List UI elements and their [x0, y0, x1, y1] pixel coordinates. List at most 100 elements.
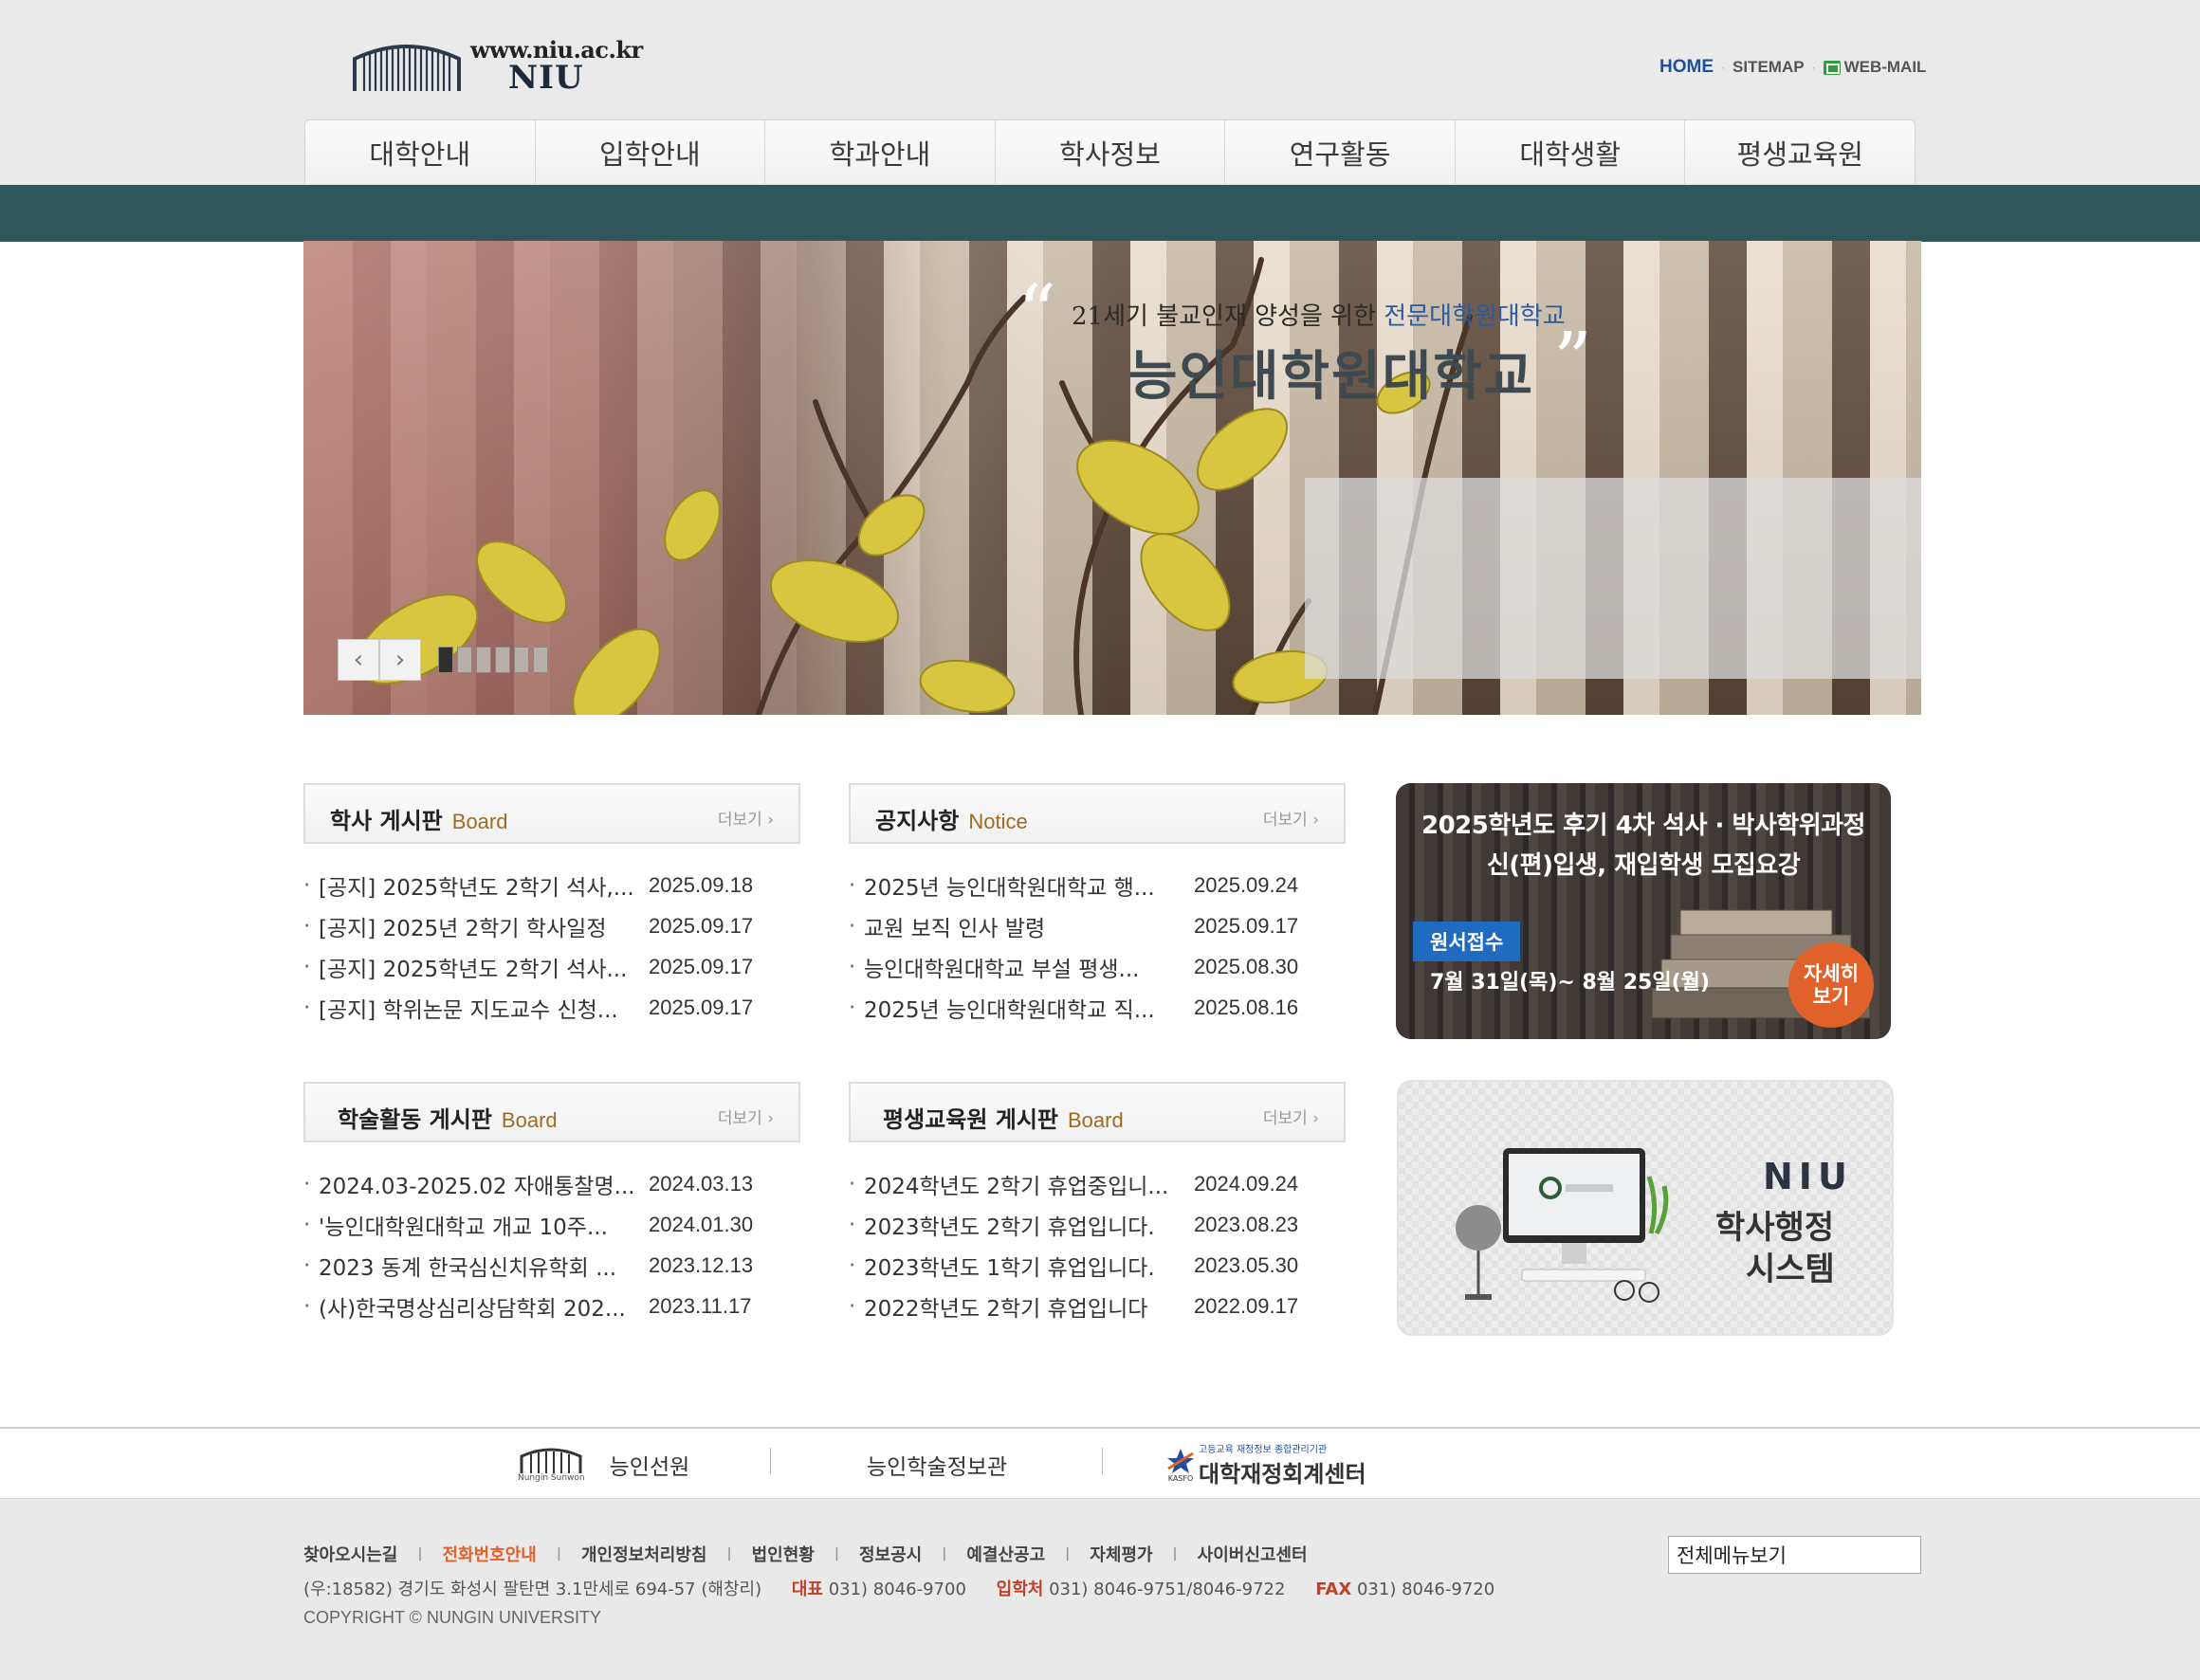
more-link[interactable]: 더보기 ›	[1263, 806, 1319, 830]
list-item: [공지] 2025학년도 2학기 석사,...2025.09.18	[303, 865, 800, 905]
post-title-link[interactable]: 2022학년도 2학기 휴업입니다	[864, 1290, 1194, 1323]
webmail-link[interactable]: WEB-MAIL	[1844, 58, 1927, 77]
list-item: [공지] 2025학년도 2학기 석사...2025.09.17	[303, 946, 800, 987]
computer-globe-image	[1456, 1148, 1669, 1303]
footer-link-privacy[interactable]: 개인정보처리방침	[581, 1542, 706, 1566]
details-button[interactable]: 자세히 보기	[1788, 942, 1874, 1028]
board-notice: 공지사항Notice 더보기 › 2025년 능인대학원대학교 행...2025…	[849, 783, 1346, 1028]
kasfo-logo: KASFO	[1166, 1448, 1195, 1483]
board-title-text: 평생교육원 게시판	[883, 1106, 1058, 1133]
slider-dot[interactable]	[495, 647, 510, 673]
footer-link-self-evaluation[interactable]: 자체평가	[1090, 1542, 1152, 1566]
slider-dot[interactable]	[533, 647, 548, 673]
post-title-link[interactable]: [공지] 2025학년도 2학기 석사...	[319, 951, 649, 983]
board-header: 학술활동 게시판 Board 더보기 ›	[303, 1082, 800, 1142]
academic-system-banner[interactable]: NIU 학사행정 시스템	[1397, 1080, 1894, 1336]
list-item: 2023학년도 1학기 휴업입니다.2023.05.30	[849, 1245, 1346, 1286]
admission-banner[interactable]: 2025학년도 후기 4차 석사 · 박사학위과정 신(편)입생, 재입학생 모…	[1396, 783, 1891, 1039]
post-title-link[interactable]: [공지] 2025년 2학기 학사일정	[319, 910, 649, 942]
footer-link-budget[interactable]: 예결산공고	[966, 1542, 1045, 1566]
post-title-link[interactable]: [공지] 2025학년도 2학기 석사,...	[319, 869, 649, 902]
board-list: 2025년 능인대학원대학교 행...2025.09.24 교원 보직 인사 발…	[849, 865, 1346, 1028]
sunwon-mark-text: Nungin Sunwon	[518, 1473, 585, 1483]
sitemap-link[interactable]: SITEMAP	[1732, 58, 1805, 77]
post-title-link[interactable]: '능인대학원대학교 개교 10주...	[319, 1209, 649, 1241]
application-tag: 원서접수	[1413, 922, 1521, 961]
list-item: [공지] 학위논문 지도교수 신청...2025.09.17	[303, 987, 800, 1028]
post-title-link[interactable]: 교원 보직 인사 발령	[864, 910, 1194, 942]
slider-prev-button[interactable]: ‹	[338, 639, 379, 681]
slider-controls: ‹ ›	[338, 639, 552, 681]
admission-tel-label: 입학처	[996, 1580, 1044, 1599]
post-title-link[interactable]: 2023학년도 2학기 휴업입니다.	[864, 1209, 1194, 1241]
board-list: [공지] 2025학년도 2학기 석사,...2025.09.18 [공지] 2…	[303, 865, 800, 1028]
board-lifelong: 평생교육원 게시판 Board 더보기 › 2024학년도 2학기 휴업중입니..…	[849, 1082, 1346, 1326]
slider-dot[interactable]	[476, 647, 491, 673]
post-date: 2025.09.24	[1194, 872, 1299, 897]
post-title-link[interactable]: 2023학년도 1학기 휴업입니다.	[864, 1250, 1194, 1282]
family-link-library[interactable]: 능인학술정보관	[867, 1429, 1007, 1501]
nav-band	[0, 185, 2200, 242]
post-title-link[interactable]: 2025년 능인대학원대학교 직...	[864, 992, 1194, 1024]
post-title-link[interactable]: 2024.03-2025.02 자애통찰명...	[319, 1168, 649, 1200]
post-date: 2023.08.23	[1194, 1212, 1299, 1236]
footer-links: 찾아오시는길 | 전화번호안내 | 개인정보처리방침 | 법인현황 | 정보공시 | 예결…	[303, 1542, 1308, 1566]
home-link[interactable]: HOME	[1659, 57, 1714, 78]
nav-item-about[interactable]: 대학안내	[305, 120, 536, 184]
post-title-link[interactable]: (사)한국명상심리상담학회 202...	[319, 1290, 649, 1323]
nav-item-lifelong-education[interactable]: 평생교육원	[1685, 120, 1915, 184]
board-title-text: 학술활동 게시판	[338, 1106, 492, 1133]
logo-gate-icon	[353, 45, 461, 91]
footer-link-disclosure[interactable]: 정보공시	[859, 1542, 922, 1566]
footer-link-directions[interactable]: 찾아오시는길	[303, 1542, 397, 1566]
board-academic: 학사 게시판 Board 더보기 › [공지] 2025학년도 2학기 석사,..…	[303, 783, 800, 1028]
board-header: 공지사항 Notice 더보기 ›	[849, 783, 1346, 844]
board-title-text: 공지사항	[875, 808, 960, 834]
nav-item-admission[interactable]: 입학안내	[535, 120, 766, 184]
more-link[interactable]: 더보기 ›	[718, 806, 774, 830]
family-link-kasfo[interactable]: KASFO 고등교육 재정정보 종합관리기관 대학재정회계센터	[1166, 1429, 1366, 1501]
footer-link-phone[interactable]: 전화번호안내	[442, 1542, 536, 1566]
util-separator: ·	[1811, 61, 1816, 74]
nav-item-research[interactable]: 연구활동	[1225, 120, 1456, 184]
list-item: 2023학년도 2학기 휴업입니다.2023.08.23	[849, 1204, 1346, 1245]
more-link[interactable]: 더보기 ›	[1263, 1105, 1319, 1128]
footer-address: (우:18582) 경기도 화성시 팔탄면 3.1만세로 694-57 (해창리…	[303, 1576, 1494, 1600]
list-item: 2022학년도 2학기 휴업입니다2022.09.17	[849, 1286, 1346, 1326]
fax-label: FAX	[1315, 1580, 1352, 1599]
fax-number: 031) 8046-9720	[1356, 1580, 1495, 1599]
more-link[interactable]: 더보기 ›	[718, 1105, 774, 1128]
nav-item-academics[interactable]: 학사정보	[995, 120, 1226, 184]
list-item: 2024학년도 2학기 휴업중입니...2024.09.24	[849, 1163, 1346, 1204]
footer-link-corporation[interactable]: 법인현황	[752, 1542, 815, 1566]
board-subtitle: Board	[1068, 1108, 1124, 1132]
admission-tel-number: 031) 8046-9751/8046-9722	[1049, 1580, 1286, 1599]
post-title-link[interactable]: 2025년 능인대학원대학교 행...	[864, 869, 1194, 902]
family-link-sunwon-label: 능인선원	[609, 1455, 690, 1480]
post-date: 2025.09.17	[649, 995, 754, 1019]
post-date: 2025.08.30	[1194, 954, 1299, 978]
post-title-link[interactable]: 능인대학원대학교 부설 평생...	[864, 951, 1194, 983]
slider-next-button[interactable]: ›	[379, 639, 421, 681]
post-title-link[interactable]: 2024학년도 2학기 휴업중입니...	[864, 1168, 1194, 1200]
copyright: COPYRIGHT © NUNGIN UNIVERSITY	[303, 1608, 601, 1627]
full-menu-select[interactable]: 전체메뉴보기	[1668, 1536, 1921, 1574]
footer-link-cyber-report[interactable]: 사이버신고센터	[1198, 1542, 1308, 1566]
post-title-link[interactable]: [공지] 학위논문 지도교수 신청...	[319, 992, 649, 1024]
slider-dot[interactable]	[438, 647, 453, 673]
slider-dot[interactable]	[457, 647, 472, 673]
site-logo[interactable]: www.niu.ac.kr NIU	[351, 34, 643, 97]
nav-item-campus-life[interactable]: 대학생활	[1455, 120, 1686, 184]
nav-item-departments[interactable]: 학과안내	[765, 120, 996, 184]
slider-dot[interactable]	[514, 647, 529, 673]
family-link-sunwon[interactable]: Nungin Sunwon 능인선원	[518, 1429, 689, 1501]
hero-subtitle-text: 21세기 불교인재 양성을 위한	[1072, 302, 1384, 331]
tel-number: 031) 8046-9700	[828, 1580, 966, 1599]
footer-separator: |	[556, 1546, 561, 1561]
post-title-link[interactable]: 2023 동계 한국심신치유학회 ...	[319, 1250, 649, 1282]
post-date: 2023.05.30	[1194, 1252, 1299, 1277]
board-list: 2024.03-2025.02 자애통찰명...2024.03.13 '능인대학…	[303, 1163, 800, 1326]
application-period: 7월 31일(목)~ 8월 25일(월)	[1430, 971, 1710, 995]
kasfo-label: 대학재정회계센터	[1199, 1461, 1366, 1488]
list-item: 교원 보직 인사 발령2025.09.17	[849, 905, 1346, 946]
